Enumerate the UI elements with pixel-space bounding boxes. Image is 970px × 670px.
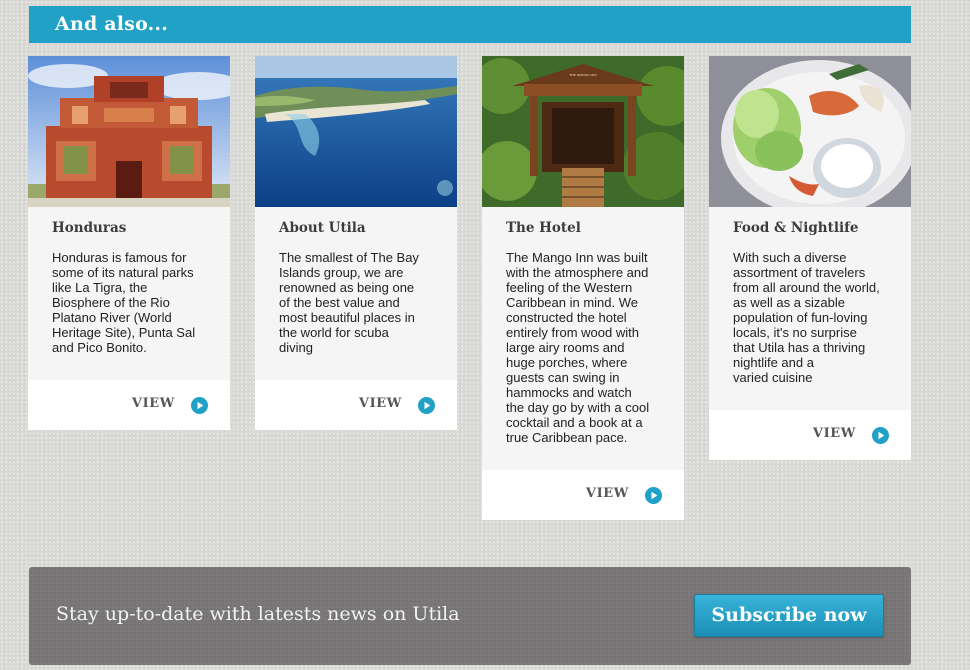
card-description: The smallest of The Bay Islands group, w… <box>279 250 419 355</box>
card-the-hotel: THE MANGO INN The Hotel The Mango Inn wa… <box>482 56 684 520</box>
card-about-utila: About Utila The smallest of The Bay Isla… <box>255 56 457 430</box>
view-label: VIEW <box>812 426 856 441</box>
view-label: VIEW <box>358 396 402 411</box>
view-link-food-nightlife[interactable]: VIEW <box>709 410 911 460</box>
view-link-about-utila[interactable]: VIEW <box>255 380 457 430</box>
section-header: And also... <box>29 6 911 43</box>
play-circle-icon <box>872 427 889 444</box>
card-title: Honduras <box>52 220 127 236</box>
card-description: With such a diverse assortment of travel… <box>733 250 880 385</box>
view-label: VIEW <box>585 486 629 501</box>
play-circle-icon <box>645 487 662 504</box>
card-body: About Utila The smallest of The Bay Isla… <box>255 207 457 355</box>
view-link-the-hotel[interactable]: VIEW <box>482 470 684 520</box>
section-title: And also... <box>55 13 169 35</box>
card-body: Honduras Honduras is famous for some of … <box>28 207 230 355</box>
card-food-nightlife: Food & Nightlife With such a diverse ass… <box>709 56 911 460</box>
newsletter-banner: Stay up-to-date with latests news on Uti… <box>29 567 911 665</box>
card-image-honduras[interactable] <box>28 56 230 207</box>
card-body: The Hotel The Mango Inn was built with t… <box>482 207 684 445</box>
view-link-honduras[interactable]: VIEW <box>28 380 230 430</box>
card-description: Honduras is famous for some of its natur… <box>52 250 196 355</box>
card-title: Food & Nightlife <box>733 220 859 236</box>
card-image-utila[interactable] <box>255 56 457 207</box>
card-image-food[interactable] <box>709 56 911 207</box>
hotel-sign: THE MANGO INN <box>569 73 597 77</box>
subscribe-button[interactable]: Subscribe now <box>694 594 884 637</box>
card-body: Food & Nightlife With such a diverse ass… <box>709 207 911 385</box>
newsletter-text: Stay up-to-date with latests news on Uti… <box>56 603 460 625</box>
card-image-hotel[interactable]: THE MANGO INN <box>482 56 684 207</box>
play-circle-icon <box>191 397 208 414</box>
view-label: VIEW <box>131 396 175 411</box>
card-title: About Utila <box>279 220 366 236</box>
card-honduras: Honduras Honduras is famous for some of … <box>28 56 230 430</box>
play-circle-icon <box>418 397 435 414</box>
card-description: The Mango Inn was built with the atmosph… <box>506 250 650 445</box>
card-title: The Hotel <box>506 220 581 236</box>
